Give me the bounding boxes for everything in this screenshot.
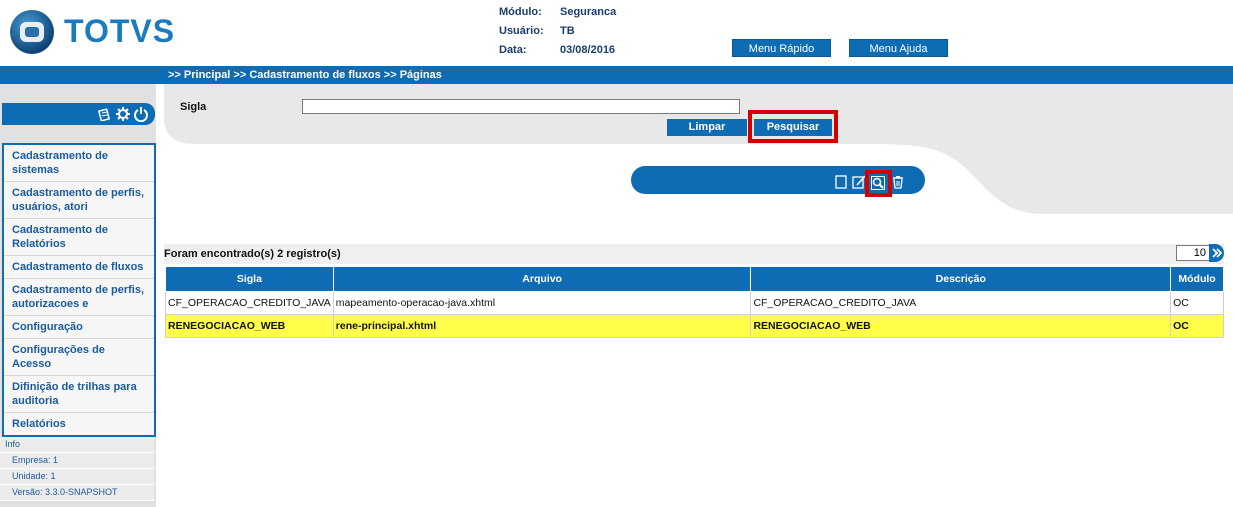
column-header-sigla[interactable]: Sigla xyxy=(165,266,334,292)
sidebar-item-cadastramento-fluxos[interactable]: Cadastramento de fluxos xyxy=(4,256,154,279)
sidebar-item-configuracoes-acesso[interactable]: Configurações de Acesso xyxy=(4,339,154,376)
pesquisar-button[interactable]: Pesquisar xyxy=(754,119,832,136)
info-unidade: Unidade: 1 xyxy=(0,469,154,485)
column-header-modulo[interactable]: Módulo xyxy=(1170,266,1224,292)
data-label: Data: xyxy=(499,44,527,56)
info-empresa: Empresa: 1 xyxy=(0,453,154,469)
menu-ajuda-button[interactable]: Menu Ajuda xyxy=(849,39,948,57)
sidebar-item-cadastramento-relatorios[interactable]: Cadastramento de Relatórios xyxy=(4,219,154,256)
table-row-selected[interactable]: RENEGOCIACAO_WEB rene-principal.xhtml RE… xyxy=(165,314,1224,338)
cell-modulo: OC xyxy=(1170,314,1224,338)
next-page-button[interactable] xyxy=(1209,244,1224,262)
modulo-value: Seguranca xyxy=(560,6,617,18)
cell-descricao: CF_OPERACAO_CREDITO_JAVA xyxy=(750,291,1172,315)
double-chevron-right-icon xyxy=(1211,248,1222,258)
view-icon[interactable] xyxy=(871,176,885,190)
usuario-value: TB xyxy=(560,25,575,37)
sidebar-item-cadastramento-perfis-usuarios[interactable]: Cadastramento de perfis, usuários, atori xyxy=(4,182,154,219)
gear-icon[interactable] xyxy=(115,106,131,122)
delete-icon[interactable] xyxy=(891,175,905,189)
cell-modulo: OC xyxy=(1170,291,1224,315)
new-icon[interactable] xyxy=(834,175,848,189)
sidebar-item-cadastramento-perfis-autorizacoes[interactable]: Cadastramento de perfis, autorizacoes e xyxy=(4,279,154,316)
sidebar-item-trilhas-auditoria[interactable]: Difinição de trilhas para auditoria xyxy=(4,376,154,413)
cell-arquivo: rene-principal.xhtml xyxy=(332,314,752,338)
sidebar-item-relatorios[interactable]: Relatórios xyxy=(4,413,154,435)
usuario-label: Usuário: xyxy=(499,25,544,37)
documents-icon[interactable] xyxy=(98,107,112,121)
limpar-button[interactable]: Limpar xyxy=(667,119,747,136)
sigla-input[interactable] xyxy=(302,99,740,114)
table-row[interactable]: CF_OPERACAO_CREDITO_JAVA mapeamento-oper… xyxy=(165,291,1224,315)
totvs-logo: TOTVS xyxy=(8,8,178,56)
results-count: Foram encontrado(s) 2 registro(s) xyxy=(164,248,341,260)
modulo-label: Módulo: xyxy=(499,6,542,18)
sidebar-menu: Cadastramento de sistemas Cadastramento … xyxy=(2,143,156,437)
cell-sigla: RENEGOCIACAO_WEB xyxy=(165,314,334,338)
sigla-label: Sigla xyxy=(180,101,207,113)
sidebar-icon-bar xyxy=(2,103,155,125)
info-title: Info xyxy=(0,437,154,453)
logo-text: TOTVS xyxy=(64,13,176,49)
column-header-descricao[interactable]: Descrição xyxy=(750,266,1172,292)
cell-arquivo: mapeamento-operacao-java.xhtml xyxy=(332,291,752,315)
results-table: Sigla Arquivo Descrição Módulo CF_OPERAC… xyxy=(165,266,1224,338)
sidebar-item-configuracao[interactable]: Configuração xyxy=(4,316,154,339)
cell-sigla: CF_OPERACAO_CREDITO_JAVA xyxy=(165,291,334,315)
data-value: 03/08/2016 xyxy=(560,44,616,56)
info-versao: Versão: 3.3.0-SNAPSHOT xyxy=(0,485,154,501)
page-size-input[interactable]: 10 xyxy=(1176,245,1210,261)
cell-descricao: RENEGOCIACAO_WEB xyxy=(750,314,1172,338)
breadcrumb: >> Principal >> Cadastramento de fluxos … xyxy=(168,69,442,81)
table-header-row: Sigla Arquivo Descrição Módulo xyxy=(165,266,1224,292)
column-header-arquivo[interactable]: Arquivo xyxy=(332,266,752,292)
edit-icon[interactable] xyxy=(852,175,866,189)
menu-rapido-button[interactable]: Menu Rápido xyxy=(732,39,831,57)
power-icon[interactable] xyxy=(133,106,149,122)
sidebar-item-cadastramento-sistemas[interactable]: Cadastramento de sistemas xyxy=(4,145,154,182)
